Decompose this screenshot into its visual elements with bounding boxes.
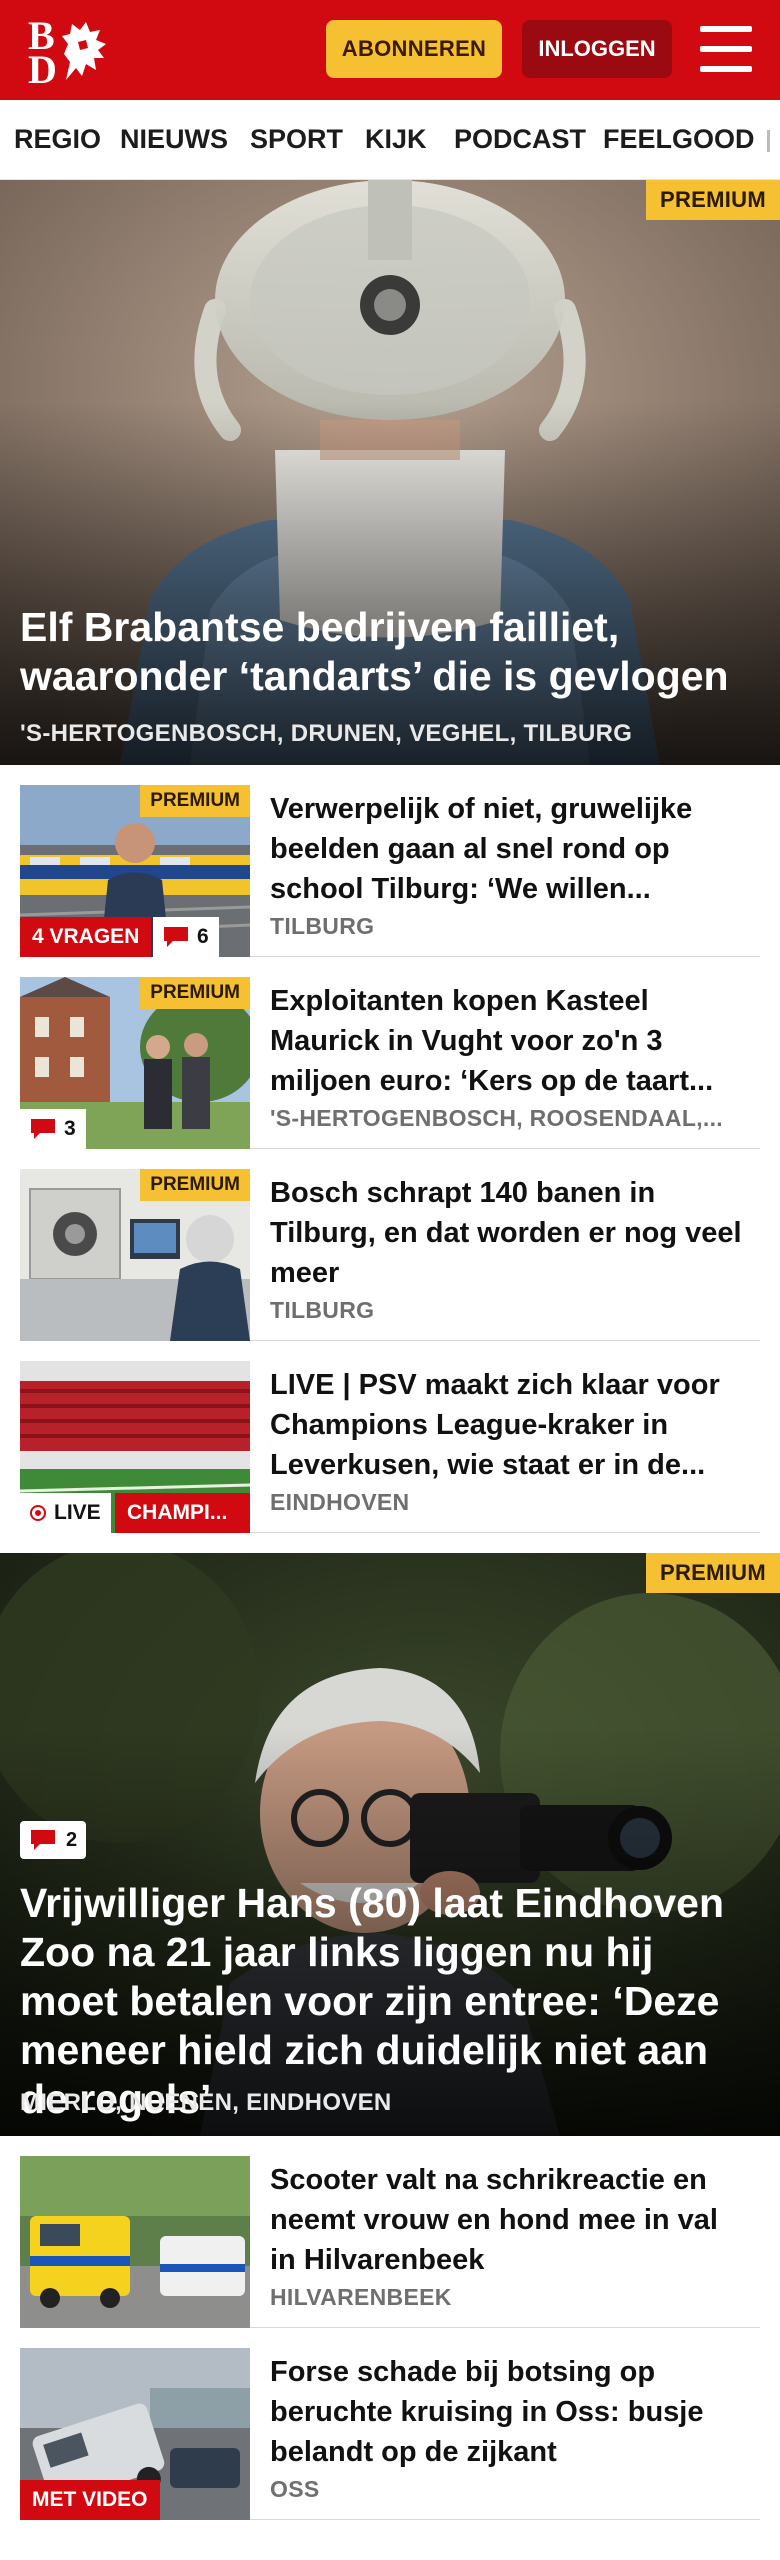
nav-overflow-indicator	[767, 130, 770, 152]
premium-badge: PREMIUM	[646, 1553, 780, 1593]
lion-emblem-icon	[62, 22, 106, 80]
subscribe-button[interactable]: ABONNEREN	[326, 20, 502, 78]
article-thumbnail	[20, 2156, 250, 2328]
video-tag: MET VIDEO	[20, 2480, 160, 2520]
premium-badge: PREMIUM	[140, 785, 250, 817]
hero-location: MIERLO, NUENEN, EINDHOVEN	[20, 2089, 392, 2116]
comment-bubble-icon	[31, 1830, 55, 1850]
nav-item-feelgood[interactable]: FEELGOOD	[603, 124, 755, 155]
article-location: TILBURG	[270, 1297, 375, 1323]
nav-item-regio[interactable]: REGIO	[14, 124, 101, 155]
article-headline[interactable]: Forse schade bij botsing op beruchte kru…	[270, 2352, 750, 2472]
section-nav: REGIO NIEUWS SPORT KIJK PODCAST FEELGOOD	[0, 100, 780, 180]
article-thumbnail: LIVE CHAMPI...	[20, 1361, 250, 1533]
article-location: HILVARENBEEK	[270, 2284, 452, 2310]
article-headline[interactable]: Bosch schrapt 140 banen in Tilburg, en d…	[270, 1173, 750, 1293]
hero-article-faillissementen[interactable]: PREMIUM Elf Brabantse bedrijven failliet…	[0, 180, 780, 765]
premium-badge: PREMIUM	[140, 1169, 250, 1201]
hero-article-eindhoven-zoo[interactable]: PREMIUM 2 Vrijwilliger Hans (80) laat Ei…	[0, 1553, 780, 2136]
article-thumbnail: PREMIUM 4 VRAGEN 6	[20, 785, 250, 957]
article-headline[interactable]: Scooter valt na schrikreactie en neemt v…	[270, 2160, 750, 2280]
article-row[interactable]: LIVE CHAMPI... LIVE | PSV maakt zich kla…	[20, 1361, 760, 1533]
hero-headline[interactable]: Elf Brabantse bedrijven failliet, waaron…	[20, 603, 762, 701]
article-thumbnail: MET VIDEO	[20, 2348, 250, 2520]
article-row[interactable]: PREMIUM 4 VRAGEN 6 Verwerpelijk of niet,…	[20, 785, 760, 957]
article-location: TILBURG	[270, 913, 375, 939]
nav-item-podcast[interactable]: PODCAST	[454, 124, 586, 155]
article-thumbnail: PREMIUM	[20, 1169, 250, 1341]
nav-item-nieuws[interactable]: NIEUWS	[120, 124, 228, 155]
site-header: B D ABONNEREN INLOGGEN	[0, 0, 780, 100]
article-location: 'S-HERTOGENBOSCH, ROOSENDAAL,...	[270, 1105, 723, 1131]
article-location: EINDHOVEN	[270, 1489, 410, 1515]
comment-count-badge: 6	[153, 917, 219, 957]
hamburger-menu-icon[interactable]	[700, 26, 752, 72]
logo-letter-d: D	[28, 47, 57, 92]
article-row[interactable]: PREMIUM Bosch schrapt 140 banen in Tilbu…	[20, 1169, 760, 1341]
article-row[interactable]: Scooter valt na schrikreactie en neemt v…	[20, 2156, 760, 2328]
champions-league-tag: CHAMPI...	[115, 1493, 250, 1533]
comment-count: 6	[197, 925, 209, 948]
nav-item-sport[interactable]: SPORT	[250, 124, 343, 155]
comment-count-badge: 3	[20, 1109, 86, 1149]
login-button[interactable]: INLOGGEN	[522, 20, 672, 78]
article-row[interactable]: PREMIUM 3 Exploitanten kopen Kasteel Mau…	[20, 977, 760, 1149]
nav-item-kijk[interactable]: KIJK	[365, 124, 427, 155]
hero-gradient-overlay	[0, 402, 780, 765]
vragen-tag: 4 VRAGEN	[20, 917, 152, 957]
premium-badge: PREMIUM	[646, 180, 780, 220]
comment-bubble-icon	[31, 1119, 55, 1139]
comment-bubble-icon	[164, 927, 188, 947]
comment-count: 3	[64, 1117, 76, 1140]
hero-location: 'S-HERTOGENBOSCH, DRUNEN, VEGHEL, TILBUR…	[20, 720, 633, 747]
article-headline[interactable]: Verwerpelijk of niet, gruwelijke beelden…	[270, 789, 750, 909]
article-thumbnail: PREMIUM 3	[20, 977, 250, 1149]
article-headline[interactable]: Exploitanten kopen Kasteel Maurick in Vu…	[270, 981, 750, 1101]
article-location: OSS	[270, 2476, 320, 2502]
live-dot-icon	[30, 1505, 46, 1521]
bd-logo[interactable]: B D	[26, 16, 116, 90]
article-headline[interactable]: LIVE | PSV maakt zich klaar voor Champio…	[270, 1365, 750, 1485]
hero-headline[interactable]: Vrijwilliger Hans (80) laat Eindhoven Zo…	[20, 1879, 762, 2124]
article-row[interactable]: MET VIDEO Forse schade bij botsing op be…	[20, 2348, 760, 2520]
premium-badge: PREMIUM	[140, 977, 250, 1009]
comment-count-badge: 2	[20, 1821, 86, 1859]
thumbnail-ambulance	[20, 2156, 250, 2328]
live-label: LIVE	[54, 1501, 101, 1524]
comment-count: 2	[66, 1828, 78, 1851]
live-badge: LIVE	[20, 1493, 111, 1533]
